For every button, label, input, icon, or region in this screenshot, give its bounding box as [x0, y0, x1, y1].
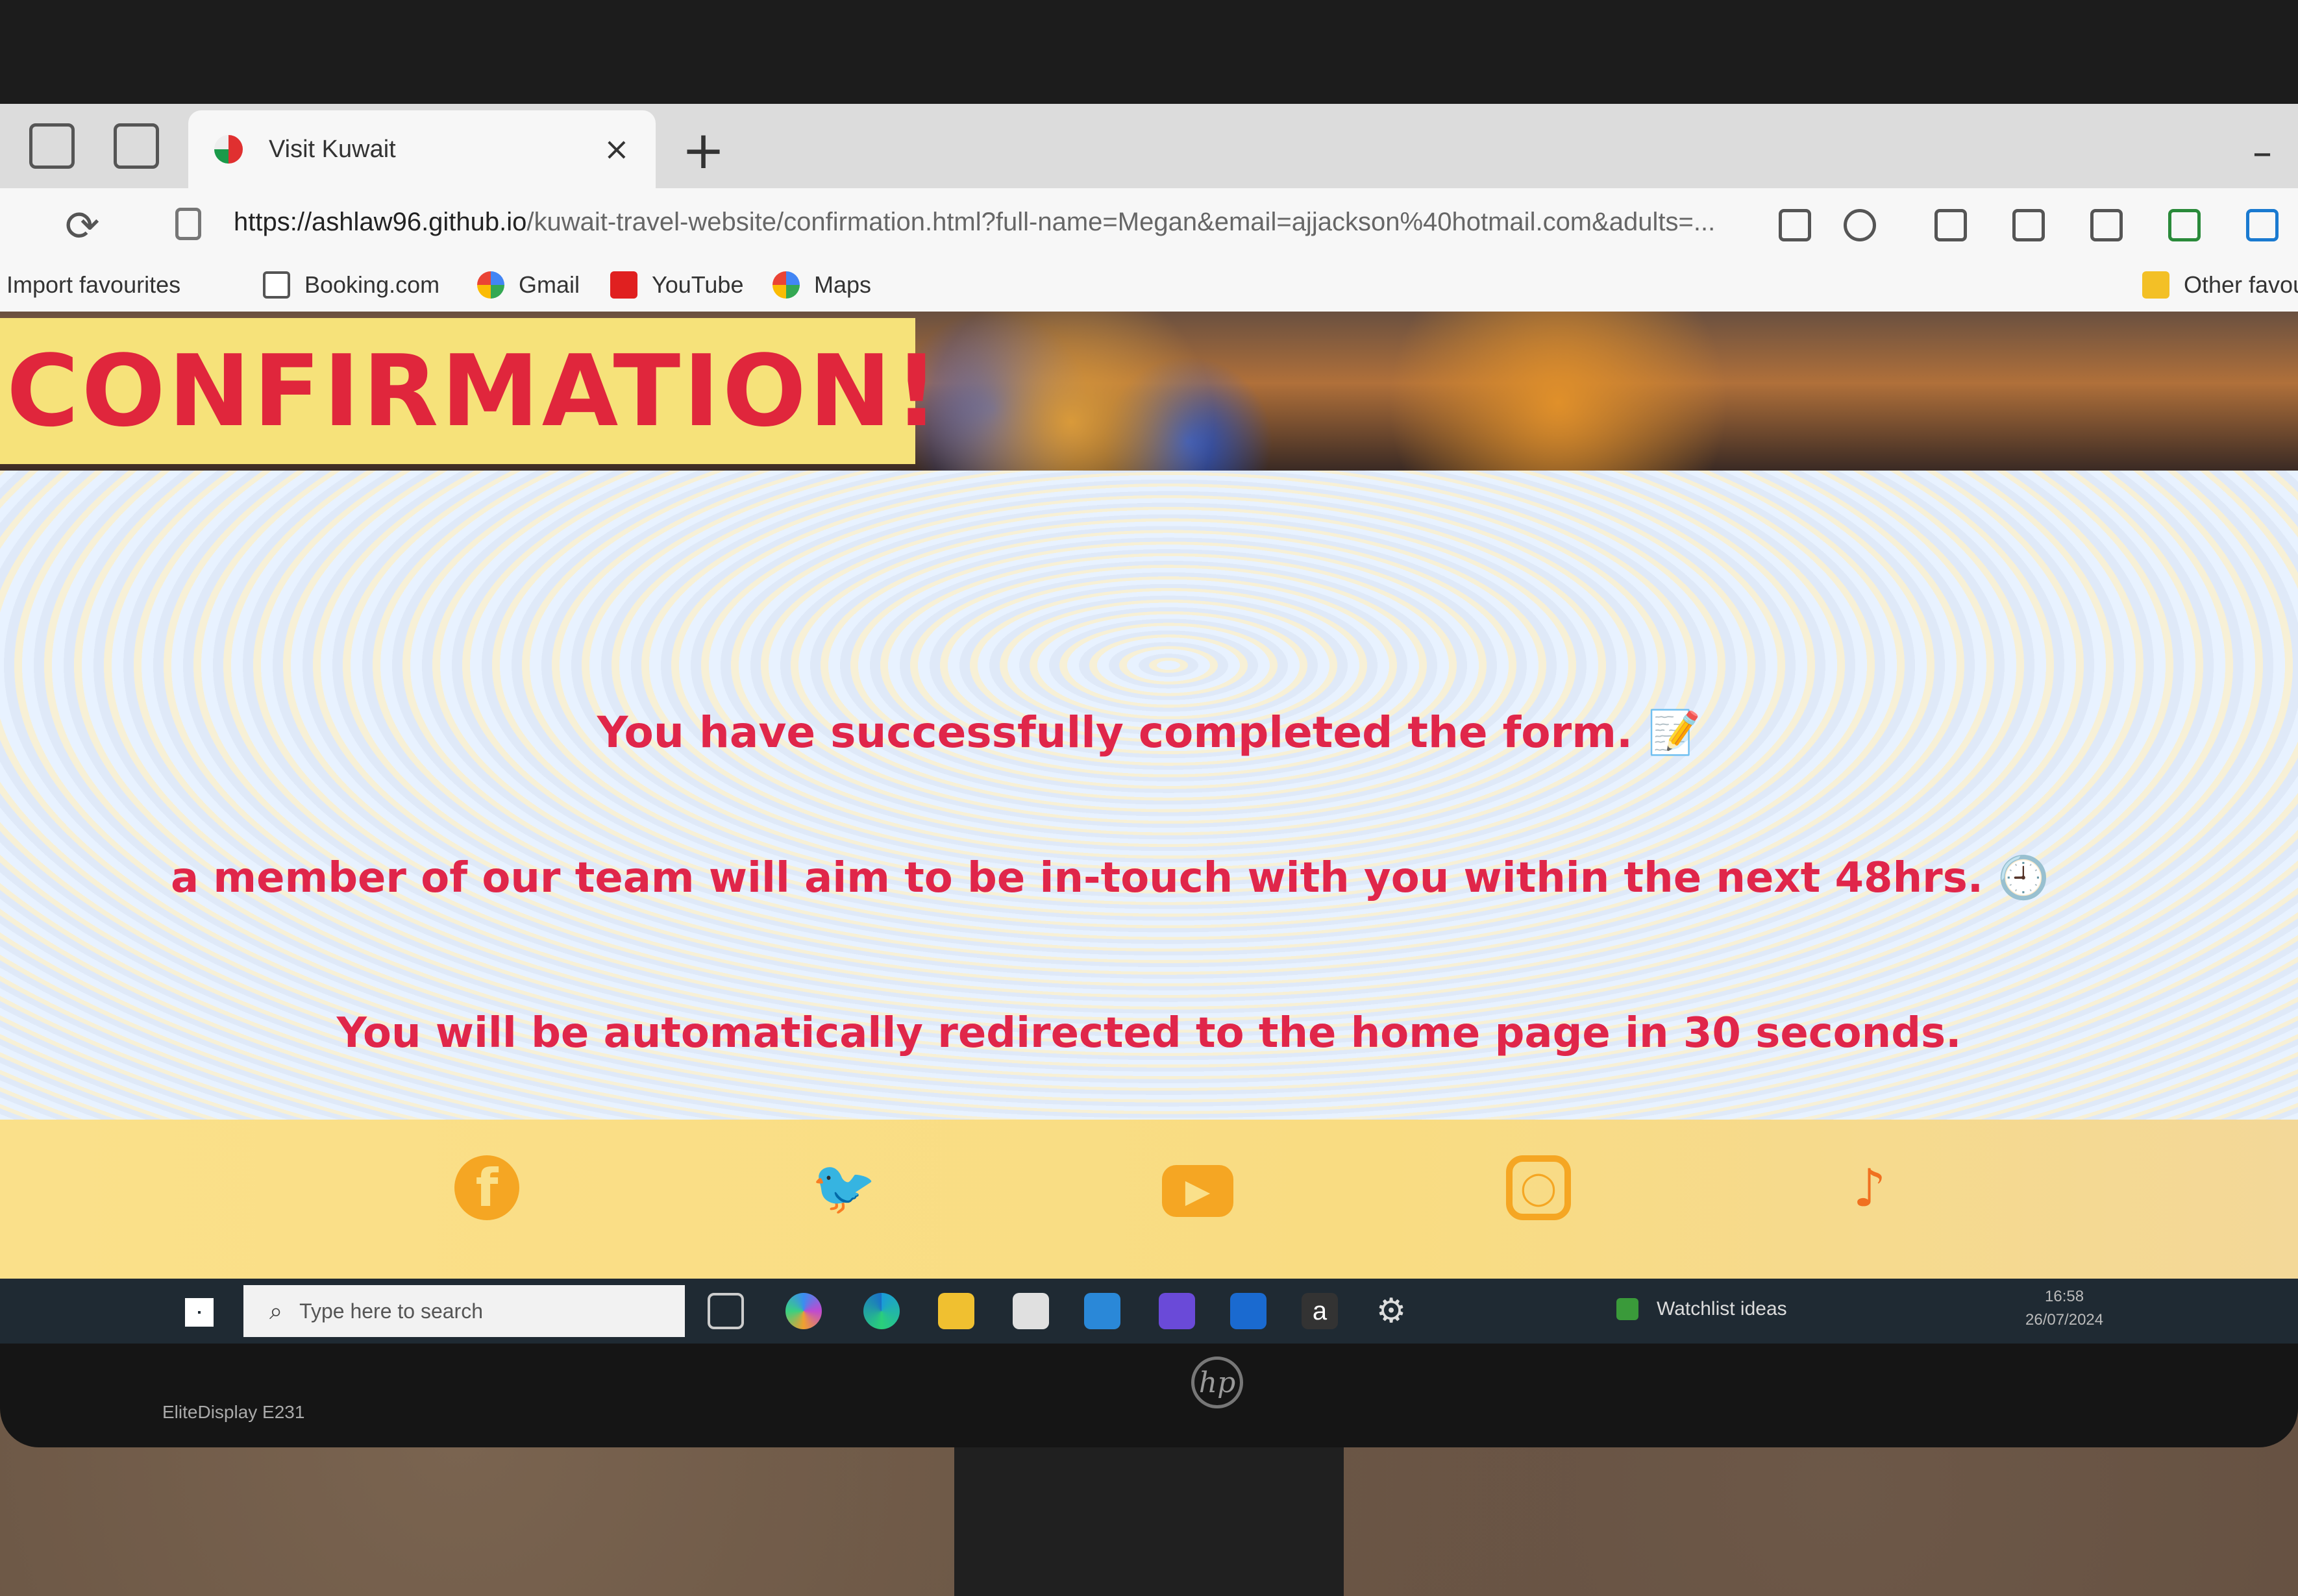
search-placeholder: Type here to search [299, 1299, 483, 1323]
fav-label: YouTube [652, 271, 744, 298]
split-screen-icon[interactable] [1934, 209, 1967, 241]
address-bar[interactable]: https://ashlaw96.github.io/kuwait-travel… [234, 208, 1746, 237]
page-icon [263, 271, 290, 299]
vertical-tabs-icon[interactable] [114, 123, 159, 169]
watchlist-label: Watchlist ideas [1657, 1298, 1787, 1320]
fav-label: Other favour [2184, 271, 2298, 298]
hp-logo: hp [1191, 1357, 1243, 1408]
confirmation-message-redirect: You will be automatically redirected to … [336, 1009, 1962, 1057]
collections-icon[interactable] [2090, 209, 2123, 241]
lock-icon[interactable] [175, 208, 201, 240]
fav-label: Gmail [519, 271, 580, 298]
favorites-icon[interactable] [2012, 209, 2045, 241]
url-path: /kuwait-travel-website/confirmation.html… [526, 208, 1716, 236]
google-icon [477, 271, 504, 299]
instagram-icon[interactable]: ◯ [1506, 1155, 1571, 1220]
confirmation-message-form: You have successfully completed the form… [597, 707, 1701, 757]
system-clock[interactable]: 16:58 26/07/2024 [2025, 1285, 2103, 1332]
youtube-icon[interactable]: ▶ [1162, 1165, 1233, 1217]
tab-visit-kuwait[interactable]: Visit Kuwait × [188, 110, 656, 188]
favourites-bar: Import favourites Booking.com Gmail YouT… [0, 260, 2298, 312]
mail-icon[interactable] [1084, 1293, 1120, 1329]
screen: Visit Kuwait × + – ⟳ https://ashlaw96.gi… [0, 104, 2298, 1344]
hero-title-box: CONFIRMATION! [0, 318, 939, 464]
fav-label: Import favourites [6, 271, 181, 298]
footer: f 🐦 ▶ ◯ ♪ [0, 1120, 2298, 1279]
fav-youtube[interactable]: YouTube [610, 271, 743, 299]
url-host: https://ashlaw96.github.io [234, 208, 527, 236]
web-page: CONFIRMATION! You have successfully comp… [0, 312, 2298, 1279]
tiktok-icon[interactable]: ♪ [1837, 1155, 1902, 1220]
clock-date: 26/07/2024 [2025, 1311, 2104, 1329]
monitor-stand [954, 1447, 1344, 1596]
search-icon: ⌕ [269, 1297, 283, 1324]
close-tab-icon[interactable]: × [604, 131, 630, 167]
windows-start-icon[interactable] [185, 1298, 214, 1327]
fav-label: Maps [814, 271, 872, 298]
hero-banner: CONFIRMATION! [0, 312, 2298, 471]
clipchamp-icon[interactable] [1159, 1293, 1195, 1329]
kuwait-favicon-icon [214, 135, 243, 164]
minimize-button[interactable]: – [2253, 130, 2272, 175]
clock-time: 16:58 [2045, 1288, 2084, 1305]
confirmation-content: You have successfully completed the form… [0, 471, 2298, 1120]
youtube-icon [610, 271, 637, 299]
fav-gmail[interactable]: Gmail [477, 271, 580, 299]
outlook-icon[interactable] [1230, 1293, 1266, 1329]
edge-copilot-icon[interactable] [2246, 209, 2279, 241]
facebook-icon[interactable]: f [454, 1155, 519, 1220]
page-title: CONFIRMATION! [6, 334, 942, 448]
settings-gear-icon[interactable]: ⚙ [1373, 1293, 1409, 1329]
folder-icon [2142, 271, 2169, 299]
reload-icon[interactable]: ⟳ [65, 203, 100, 251]
store-icon[interactable] [1013, 1293, 1049, 1329]
watchlist-widget[interactable]: Watchlist ideas [1616, 1298, 1787, 1320]
amazon-icon[interactable]: a [1302, 1293, 1338, 1329]
address-toolbar: ⟳ https://ashlaw96.github.io/kuwait-trav… [0, 188, 2298, 260]
workspaces-icon[interactable] [29, 123, 75, 169]
browser-essentials-icon[interactable] [2168, 209, 2201, 241]
read-aloud-icon[interactable] [1779, 209, 1811, 241]
watchlist-icon [1616, 1298, 1638, 1320]
task-view-icon[interactable] [708, 1293, 744, 1329]
taskbar-search[interactable]: ⌕ Type here to search [243, 1285, 685, 1337]
confirmation-message-contact: a member of our team will aim to be in-t… [170, 854, 2050, 902]
fav-booking[interactable]: Booking.com [263, 271, 439, 299]
monitor: Visit Kuwait × + – ⟳ https://ashlaw96.gi… [0, 0, 2298, 1447]
tab-title: Visit Kuwait [269, 135, 396, 163]
edge-icon[interactable] [863, 1293, 900, 1329]
copilot-icon[interactable] [785, 1293, 822, 1329]
new-tab-button[interactable]: + [682, 120, 725, 180]
file-explorer-icon[interactable] [938, 1293, 974, 1329]
monitor-model-label: EliteDisplay E231 [162, 1402, 305, 1422]
fav-label: Booking.com [304, 271, 440, 298]
google-icon [772, 271, 800, 299]
favorite-star-icon[interactable] [1844, 209, 1876, 241]
windows-taskbar: ⌕ Type here to search a ⚙ Watchlist idea… [0, 1279, 2298, 1344]
monitor-bezel [0, 0, 2298, 104]
tab-strip: Visit Kuwait × + – [0, 104, 2298, 188]
twitter-icon[interactable]: 🐦 [811, 1155, 876, 1220]
fav-maps[interactable]: Maps [772, 271, 871, 299]
fav-other[interactable]: Other favour [2142, 271, 2298, 299]
fav-import[interactable]: Import favourites [6, 271, 180, 299]
